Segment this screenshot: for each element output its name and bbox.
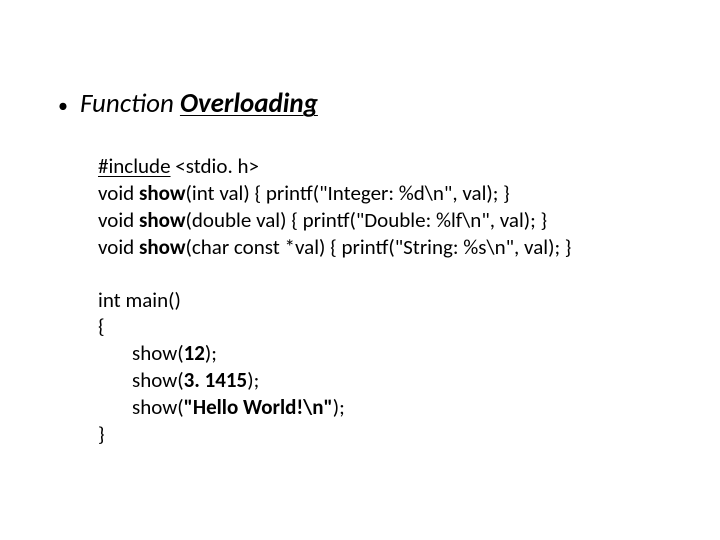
heading-overloading-word: Overloading — [180, 87, 318, 120]
code-line-include: #include <stdio. h> — [98, 153, 680, 180]
code-line-call2: show(3. 1415); — [98, 367, 680, 394]
code-line-show-str: void show(char const *val) { printf("Str… — [98, 234, 680, 261]
code-line-brace-open: { — [98, 313, 680, 340]
rest: (int val) { printf("Integer: %d\n", val)… — [186, 180, 510, 206]
rest: (char const *val) { printf("String: %s\n… — [186, 234, 572, 260]
call-pre: show( — [132, 394, 184, 420]
code-line-brace-close: } — [98, 421, 680, 448]
call-pre: show( — [132, 367, 184, 393]
call-post: ); — [247, 367, 259, 393]
call-arg: 12 — [184, 340, 205, 366]
heading-bullet: • Function Overloading — [58, 88, 680, 119]
kw-void: void — [98, 234, 139, 260]
call-arg: 3. 1415 — [184, 367, 248, 393]
code-block: #include <stdio. h> void show(int val) {… — [98, 153, 680, 448]
call-post: ); — [205, 340, 217, 366]
call-arg: "Hello World!\n" — [184, 394, 333, 420]
fn-show: show — [139, 207, 186, 233]
heading-function-word: Function — [80, 87, 174, 120]
call-pre: show( — [132, 340, 184, 366]
include-directive: #include — [98, 153, 171, 179]
code-line-show-int: void show(int val) { printf("Integer: %d… — [98, 180, 680, 207]
code-line-main-sig: int main() — [98, 287, 680, 314]
kw-void: void — [98, 207, 139, 233]
heading-text: Function Overloading — [80, 88, 318, 119]
call-post: ); — [333, 394, 345, 420]
slide: • Function Overloading #include <stdio. … — [0, 0, 720, 540]
bullet-dot: • — [58, 95, 80, 118]
kw-void: void — [98, 180, 139, 206]
rest: (double val) { printf("Double: %lf\n", v… — [186, 207, 548, 233]
blank-line — [98, 261, 680, 287]
code-line-call1: show(12); — [98, 340, 680, 367]
include-rest: <stdio. h> — [171, 153, 259, 179]
code-line-call3: show("Hello World!\n"); — [98, 394, 680, 421]
fn-show: show — [139, 234, 186, 260]
fn-show: show — [139, 180, 186, 206]
code-line-show-double: void show(double val) { printf("Double: … — [98, 207, 680, 234]
